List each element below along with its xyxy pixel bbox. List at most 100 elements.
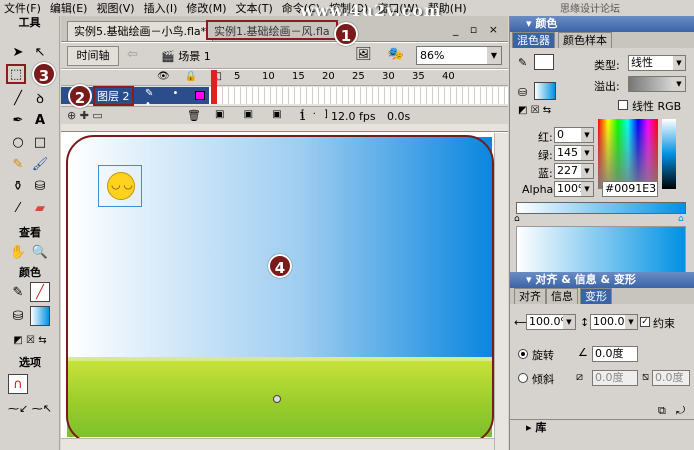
tick-20: 20 — [322, 71, 335, 82]
onion-skin-icons[interactable]: ▣ ▣ ▣ [·] — [215, 109, 336, 120]
zoom-select[interactable]: 86% ▼ — [416, 46, 502, 65]
align-panel-title[interactable]: ▾ 对齐 & 信息 & 变形 — [510, 272, 694, 288]
color-spectrum-picker[interactable] — [598, 119, 658, 189]
library-panel-title[interactable]: ▸ 库 — [510, 419, 694, 435]
menu-modify[interactable]: 修改(M) — [186, 0, 226, 16]
overflow-select[interactable]: ▼ — [628, 76, 686, 92]
reset-transform-icon[interactable]: ⤾ — [676, 404, 685, 418]
red-label: 红: — [538, 131, 553, 144]
linear-rgb-checkbox[interactable] — [618, 100, 628, 110]
window-controls[interactable]: _ ▫ × — [453, 23, 502, 36]
gradient-pointer-right-icon[interactable]: ⌂ — [678, 214, 684, 224]
align-panel-title-text: 对齐 & 信息 & 变形 — [535, 273, 636, 286]
tab-swatches[interactable]: 颜色样本 — [558, 32, 612, 48]
skew-radio[interactable] — [518, 373, 528, 383]
layer-name[interactable]: 图层 2 — [93, 86, 134, 106]
hex-field[interactable]: #0091E3 — [602, 181, 658, 197]
free-transform-tool-icon[interactable]: ⬚ — [6, 64, 26, 84]
tab-transform[interactable]: 变形 — [580, 288, 612, 304]
chevron-down-icon[interactable]: ▼ — [581, 146, 593, 160]
layer-outline-color[interactable] — [195, 91, 205, 100]
gradient-pointer-left-icon[interactable]: ⌂ — [514, 214, 520, 224]
smooth-straighten-icons[interactable]: ⁓↙ ⁓↖ — [6, 398, 54, 418]
rotate-value: 0.0度 — [595, 347, 624, 360]
chevron-down-icon[interactable]: ▼ — [673, 56, 685, 70]
edit-symbol-icons[interactable]: 🖼 🎭 — [355, 47, 410, 62]
swap-color-icons[interactable]: ◩ ☒ ⇆ — [518, 105, 551, 116]
color-swap-icons[interactable]: ◩ ☒ ⇆ — [6, 330, 54, 350]
layer-row[interactable]: ▭ 图层 2 ✎ • • — [61, 70, 508, 110]
skew-h-field[interactable]: 0.0度 — [592, 370, 638, 386]
stroke-pencil-icon[interactable]: ✎ — [518, 56, 527, 69]
color-panel-title[interactable]: ▾ 颜色 — [510, 16, 694, 32]
text-tool-icon[interactable]: A — [30, 110, 50, 130]
chevron-down-icon[interactable]: ▼ — [581, 182, 593, 196]
frame-strip[interactable] — [211, 87, 508, 104]
type-select[interactable]: 线性 ▼ — [628, 55, 686, 71]
brush-tool-icon[interactable]: 🖌 — [30, 154, 50, 174]
menu-edit[interactable]: 编辑(E) — [50, 0, 88, 16]
height-scale-field[interactable]: 100.0% ▼ — [590, 314, 638, 330]
eraser-tool-icon[interactable]: ▰ — [30, 198, 50, 218]
green-field[interactable]: 145 ▼ — [554, 145, 594, 161]
menu-insert[interactable]: 插入(I) — [144, 0, 178, 16]
constrain-checkbox[interactable]: ✓ — [640, 317, 650, 327]
gradient-definition-bar[interactable] — [516, 202, 686, 214]
snap-magnet-icon[interactable]: ∩ — [8, 374, 28, 394]
stroke-color-swatch[interactable]: ╱ — [30, 282, 50, 302]
menu-file[interactable]: 文件(F) — [4, 0, 41, 16]
paint-bucket-tool-icon[interactable]: ⛁ — [30, 176, 50, 196]
fill-color-icon[interactable]: ⛁ — [8, 306, 28, 326]
red-field[interactable]: 0 ▼ — [554, 127, 594, 143]
rectangle-tool-icon[interactable]: □ — [30, 132, 50, 152]
tab-wind-file[interactable]: 实例1.基础绘画－风.fla — [206, 20, 338, 40]
hand-tool-icon[interactable]: ✋ — [8, 242, 28, 262]
tab-mixer[interactable]: 混色器 — [512, 32, 555, 48]
oval-tool-icon[interactable]: ○ — [8, 132, 28, 152]
menu-text[interactable]: 文本(T) — [235, 0, 272, 16]
stroke-color-icon[interactable]: ✎ — [8, 282, 28, 302]
chevron-down-icon[interactable]: ▼ — [563, 315, 575, 329]
timeline-button[interactable]: 时间轴 — [67, 46, 119, 66]
delete-layer-icon[interactable]: 🗑 — [187, 109, 201, 122]
tab-info[interactable]: 信息 — [546, 288, 578, 304]
options-section-label: 选项 — [19, 356, 41, 369]
stage-area: ◡ ◡ — [61, 133, 508, 450]
pen-tool-icon[interactable]: ✒ — [8, 110, 28, 130]
rotate-field[interactable]: 0.0度 — [592, 346, 638, 362]
playhead[interactable] — [211, 70, 217, 104]
vertical-scrollbar[interactable] — [494, 133, 508, 450]
chevron-down-icon[interactable]: ▼ — [673, 77, 685, 91]
tab-bird-file[interactable]: 实例5.基础绘画－小鸟.fla* — [67, 21, 214, 41]
back-arrow-icon[interactable]: ⇦ — [127, 47, 138, 62]
zoom-tool-icon[interactable]: 🔍 — [30, 242, 50, 262]
eyedropper-tool-icon[interactable]: ⁄ — [8, 198, 28, 218]
fill-color-swatch[interactable] — [30, 306, 50, 326]
ink-bottle-tool-icon[interactable]: ⚱ — [8, 176, 28, 196]
menu-view[interactable]: 视图(V) — [96, 0, 134, 16]
lasso-tool-icon[interactable]: ꝺ — [30, 88, 50, 108]
stroke-swatch[interactable] — [534, 54, 554, 70]
horizontal-scrollbar[interactable] — [61, 438, 494, 450]
pencil-tool-icon[interactable]: ✎ — [8, 154, 28, 174]
brightness-slider[interactable] — [662, 119, 676, 189]
tab-align[interactable]: 对齐 — [514, 288, 546, 304]
chevron-down-icon[interactable]: ▼ — [581, 128, 593, 142]
chevron-down-icon[interactable]: ▼ — [625, 315, 637, 329]
red-value: 0 — [557, 128, 564, 141]
width-scale-field[interactable]: 100.0% ▼ — [526, 314, 576, 330]
line-tool-icon[interactable]: ╱ — [8, 88, 28, 108]
fill-bucket-icon[interactable]: ⛁ — [518, 86, 527, 99]
copy-transform-icon[interactable]: ⧉ — [658, 404, 666, 418]
alpha-field[interactable]: 100% ▼ — [554, 181, 594, 197]
add-layer-icons[interactable]: ⊕ ✚ ▭ — [67, 109, 103, 122]
chevron-down-icon[interactable]: ▼ — [581, 164, 593, 178]
rotate-radio[interactable] — [518, 349, 528, 359]
fill-swatch[interactable] — [534, 82, 556, 100]
chevron-down-icon[interactable]: ▼ — [487, 47, 501, 64]
blue-field[interactable]: 227 ▼ — [554, 163, 594, 179]
skew-v-field[interactable]: 0.0度 — [652, 370, 690, 386]
arrow-tool-icon[interactable]: ➤ — [8, 42, 28, 62]
subselect-tool-icon[interactable]: ↖ — [30, 42, 50, 62]
blue-label: 蓝: — [538, 167, 553, 180]
